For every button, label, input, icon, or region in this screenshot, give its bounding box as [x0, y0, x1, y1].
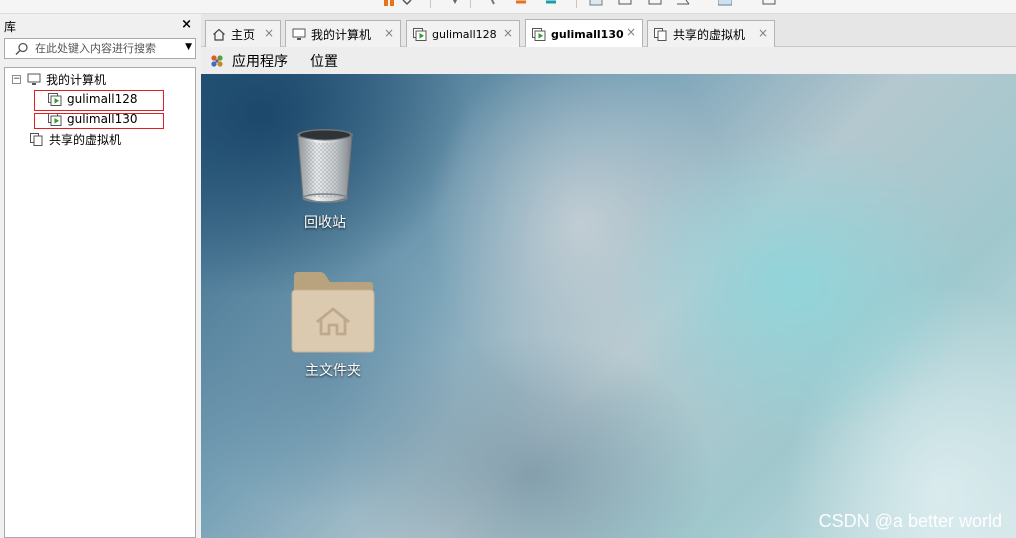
- tab-close-icon[interactable]: ×: [758, 26, 768, 40]
- applications-menu-label: 应用程序: [232, 53, 288, 70]
- vm-running-icon: [532, 27, 546, 41]
- tree-item-label: 我的计算机: [46, 72, 107, 87]
- shared-vms-icon: [654, 27, 667, 41]
- tab-bar: 主页 × 我的计算机 × gulimall128 × gulimall130 ×…: [201, 14, 1016, 48]
- toolbar-dropdown-icon[interactable]: [400, 0, 414, 6]
- library-panel: 库 × ▼ − 我的计算机 gulimall128: [0, 14, 200, 538]
- red-highlight-box: [34, 90, 164, 111]
- red-highlight-box: [34, 113, 164, 129]
- desktop-trash[interactable]: 回收站: [293, 126, 357, 232]
- tab-label: gulimall130: [551, 27, 624, 41]
- search-icon: [15, 42, 28, 56]
- tab-close-icon[interactable]: ×: [626, 25, 636, 39]
- desktop-home-folder[interactable]: 主文件夹: [290, 270, 376, 380]
- tab-label: 主页: [231, 27, 256, 42]
- applications-icon: [211, 54, 223, 67]
- snapshot-icon[interactable]: [488, 0, 502, 6]
- library-search-input[interactable]: [35, 40, 175, 57]
- tree-item-my-computer[interactable]: − 我的计算机: [12, 70, 106, 88]
- toolbar-separator: [430, 0, 431, 8]
- home-icon: [213, 28, 225, 41]
- tree-item-label: 共享的虚拟机: [49, 132, 122, 147]
- thumbnail-icon[interactable]: [618, 0, 632, 6]
- suspend-icon[interactable]: [382, 0, 396, 6]
- watermark-text: CSDN @a better world: [818, 511, 1002, 531]
- library-header: 库 ×: [0, 14, 200, 36]
- desktop-icon-label: 回收站: [304, 215, 346, 231]
- tab-label: 我的计算机: [311, 27, 372, 42]
- desktop-icon-label: 主文件夹: [305, 363, 361, 379]
- library-close-icon[interactable]: ×: [181, 17, 192, 32]
- computer-icon: [292, 28, 306, 40]
- toolbar-separator: [576, 0, 577, 8]
- tab-home[interactable]: 主页 ×: [205, 20, 281, 47]
- places-menu[interactable]: 位置: [310, 51, 338, 71]
- tree-collapse-icon[interactable]: −: [12, 74, 21, 84]
- toolbar-separator: [470, 0, 471, 8]
- tab-label: 共享的虚拟机: [673, 27, 746, 42]
- main-toolbar: [0, 0, 1016, 14]
- console-view-icon[interactable]: [718, 0, 732, 6]
- send-keys-icon[interactable]: [448, 0, 462, 6]
- tab-gulimall130[interactable]: gulimall130 ×: [525, 19, 643, 48]
- unity-icon[interactable]: [676, 0, 690, 6]
- computer-icon: [27, 73, 41, 85]
- tab-my-computer[interactable]: 我的计算机 ×: [285, 20, 401, 47]
- main-area: 主页 × 我的计算机 × gulimall128 × gulimall130 ×…: [201, 14, 1016, 538]
- tab-label: gulimall128: [432, 27, 497, 41]
- snapshot-manager-icon[interactable]: [544, 0, 558, 6]
- library-search-box: ▼: [4, 38, 196, 59]
- home-folder-icon: [291, 272, 375, 353]
- shared-vms-icon: [30, 132, 43, 146]
- vm-running-icon: [413, 27, 427, 41]
- library-title: 库: [4, 20, 17, 34]
- tab-shared-vms[interactable]: 共享的虚拟机 ×: [647, 20, 775, 47]
- revert-snapshot-icon[interactable]: [514, 0, 528, 6]
- tree-item-shared-vms[interactable]: 共享的虚拟机: [30, 130, 121, 148]
- show-library-icon[interactable]: [589, 0, 603, 6]
- guest-top-bar: 应用程序 位置: [201, 47, 1016, 74]
- trash-icon: [297, 129, 353, 203]
- places-menu-label: 位置: [310, 53, 338, 70]
- full-screen-icon[interactable]: [648, 0, 662, 6]
- guest-desktop: 回收站 主文件夹 CSDN @a better world: [201, 74, 1016, 538]
- tab-gulimall128[interactable]: gulimall128 ×: [406, 20, 520, 47]
- tab-close-icon[interactable]: ×: [384, 26, 394, 40]
- search-dropdown-icon[interactable]: ▼: [185, 42, 192, 52]
- tab-close-icon[interactable]: ×: [503, 26, 513, 40]
- applications-menu[interactable]: 应用程序: [201, 51, 288, 71]
- library-tree: − 我的计算机 gulimall128 gulimall130 共享的虚拟机: [4, 67, 196, 538]
- tab-close-icon[interactable]: ×: [264, 26, 274, 40]
- stretch-guest-icon[interactable]: [762, 0, 776, 6]
